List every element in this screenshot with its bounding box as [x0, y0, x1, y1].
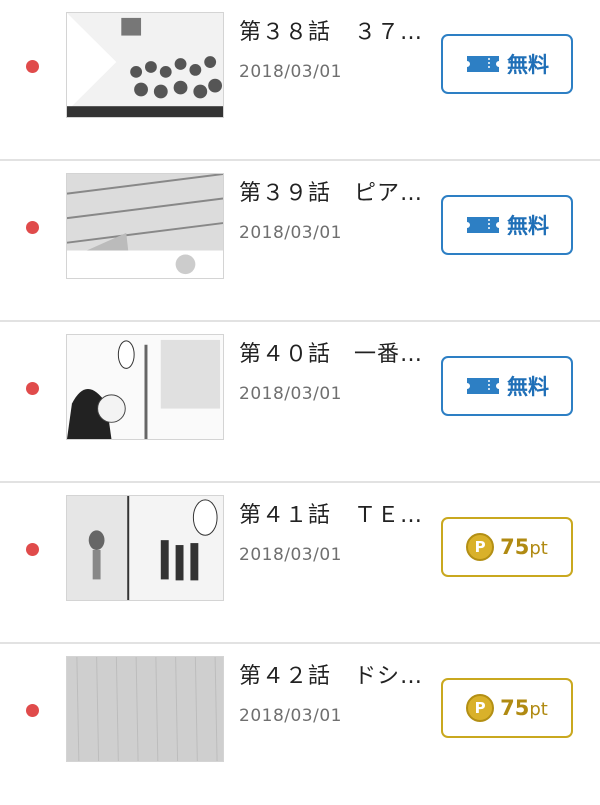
episode-title: 第４１話 ＴＥ… — [239, 503, 424, 528]
point-unit: pt — [529, 538, 548, 559]
episode-thumbnail[interactable] — [66, 656, 224, 762]
ticket-icon — [467, 56, 499, 72]
episode-title: 第４０話 一番… — [239, 342, 424, 367]
episode-thumbnail[interactable] — [66, 495, 224, 601]
unread-dot-icon — [26, 704, 39, 717]
point-purchase-button[interactable]: P 75pt — [441, 678, 573, 738]
episode-thumbnail[interactable] — [66, 334, 224, 440]
episode-title: 第３８話 ３７… — [239, 20, 424, 45]
episode-title: 第４２話 ドシ… — [239, 664, 424, 689]
unread-dot-icon — [26, 382, 39, 395]
free-read-button[interactable]: 無料 — [441, 356, 573, 416]
episode-date: 2018/03/01 — [239, 384, 342, 404]
free-read-button[interactable]: 無料 — [441, 195, 573, 255]
free-label: 無料 — [507, 53, 549, 77]
point-purchase-button[interactable]: P 75pt — [441, 517, 573, 577]
episode-row[interactable]: 第４２話 ドシ… 2018/03/01 P 75pt — [0, 644, 600, 805]
ticket-icon — [467, 378, 499, 394]
episode-date: 2018/03/01 — [239, 706, 342, 726]
point-unit: pt — [529, 699, 548, 720]
episode-row[interactable]: 第４０話 一番… 2018/03/01 無料 — [0, 322, 600, 483]
point-price: 75 — [500, 535, 530, 559]
ticket-icon — [467, 217, 499, 233]
unread-dot-icon — [26, 221, 39, 234]
episode-thumbnail[interactable] — [66, 173, 224, 279]
free-label: 無料 — [507, 214, 549, 238]
unread-dot-icon — [26, 60, 39, 73]
episode-row[interactable]: 第４１話 ＴＥ… 2018/03/01 P 75pt — [0, 483, 600, 644]
episode-thumbnail[interactable] — [66, 12, 224, 118]
point-coin-icon: P — [466, 694, 495, 722]
episode-date: 2018/03/01 — [239, 545, 342, 565]
episode-date: 2018/03/01 — [239, 62, 342, 82]
episode-title: 第３９話 ピア… — [239, 181, 424, 206]
episode-row[interactable]: 第３９話 ピア… 2018/03/01 無料 — [0, 161, 600, 322]
episode-row[interactable]: 第３８話 ３７… 2018/03/01 無料 — [0, 0, 600, 161]
episode-list: 第３８話 ３７… 2018/03/01 無料 第３９話 ピア… 2018/03/… — [0, 0, 600, 762]
point-coin-icon: P — [466, 533, 495, 561]
free-label: 無料 — [507, 375, 549, 399]
unread-dot-icon — [26, 543, 39, 556]
episode-date: 2018/03/01 — [239, 223, 342, 243]
point-price: 75 — [500, 696, 530, 720]
free-read-button[interactable]: 無料 — [441, 34, 573, 94]
